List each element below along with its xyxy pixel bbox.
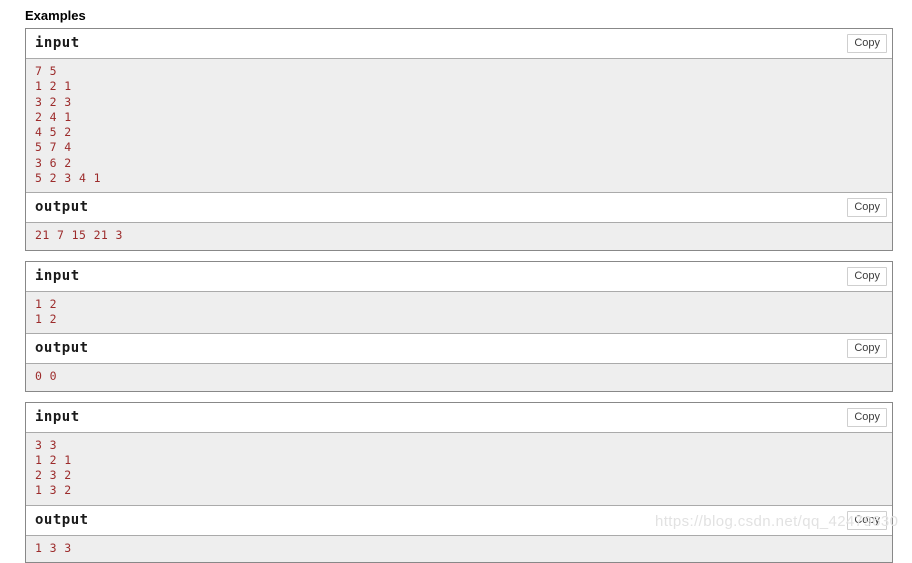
input-content-1: 7 5 1 2 1 3 2 3 2 4 1 4 5 2 5 7 4 3 6 2 …: [26, 59, 892, 193]
copy-output-button-3[interactable]: Copy: [847, 510, 887, 530]
output-label: output: [35, 340, 89, 357]
output-content-2: 0 0: [26, 364, 892, 391]
input-line: 3 6 2: [35, 155, 72, 170]
output-label: output: [35, 199, 89, 216]
examples-page: Examples input Copy 7 5 1 2 1 3 2 3 2 4 …: [0, 0, 912, 563]
output-header-1: output Copy: [26, 193, 892, 224]
input-content-3: 3 3 1 2 1 2 3 2 1 3 2: [26, 432, 892, 505]
sample-test-2: input Copy 1 2 1 2 output Copy 0 0: [25, 260, 893, 392]
input-header-2: input Copy: [26, 261, 892, 292]
output-label: output: [35, 511, 89, 528]
output-content-3: 1 3 3: [26, 535, 892, 563]
input-label: input: [35, 267, 80, 284]
input-line: 1 2: [35, 296, 57, 311]
output-header-2: output Copy: [26, 334, 892, 365]
page-title: Examples: [25, 8, 86, 23]
input-line: 2 4 1: [35, 109, 72, 124]
input-header-3: input Copy: [26, 402, 892, 433]
copy-input-button-3[interactable]: Copy: [847, 407, 887, 427]
input-line: 7 5: [35, 64, 57, 78]
input-line: 2 3 2: [35, 468, 72, 483]
input-line: 1 2: [35, 311, 57, 326]
copy-output-button-2[interactable]: Copy: [847, 339, 887, 359]
input-line: 3 2 3: [35, 94, 72, 109]
output-line: 0 0: [35, 369, 57, 384]
output-header-3: output Copy: [26, 505, 892, 536]
input-label: input: [35, 408, 80, 425]
input-line: 3 3: [35, 437, 57, 452]
output-line: 21 7 15 21 3: [35, 228, 123, 243]
output-content-1: 21 7 15 21 3: [26, 223, 892, 250]
input-line: 5 2 3 4 1: [35, 171, 101, 186]
output-line: 1 3 3: [35, 540, 72, 555]
input-line: 1 3 2: [35, 483, 72, 498]
input-content-2: 1 2 1 2: [26, 291, 892, 334]
input-line: 5 7 4: [35, 140, 72, 155]
sample-test-3: input Copy 3 3 1 2 1 2 3 2 1 3 2 output …: [25, 401, 893, 563]
sample-test-1: input Copy 7 5 1 2 1 3 2 3 2 4 1 4 5 2 5…: [25, 28, 893, 251]
copy-output-button-1[interactable]: Copy: [847, 198, 887, 218]
input-line: 1 2 1: [35, 452, 72, 467]
copy-input-button-1[interactable]: Copy: [847, 34, 887, 53]
input-line: 1 2 1: [35, 79, 72, 94]
input-header-1: input Copy: [26, 29, 892, 59]
input-label: input: [35, 35, 80, 51]
input-line: 4 5 2: [35, 125, 72, 140]
copy-input-button-2[interactable]: Copy: [847, 266, 887, 286]
